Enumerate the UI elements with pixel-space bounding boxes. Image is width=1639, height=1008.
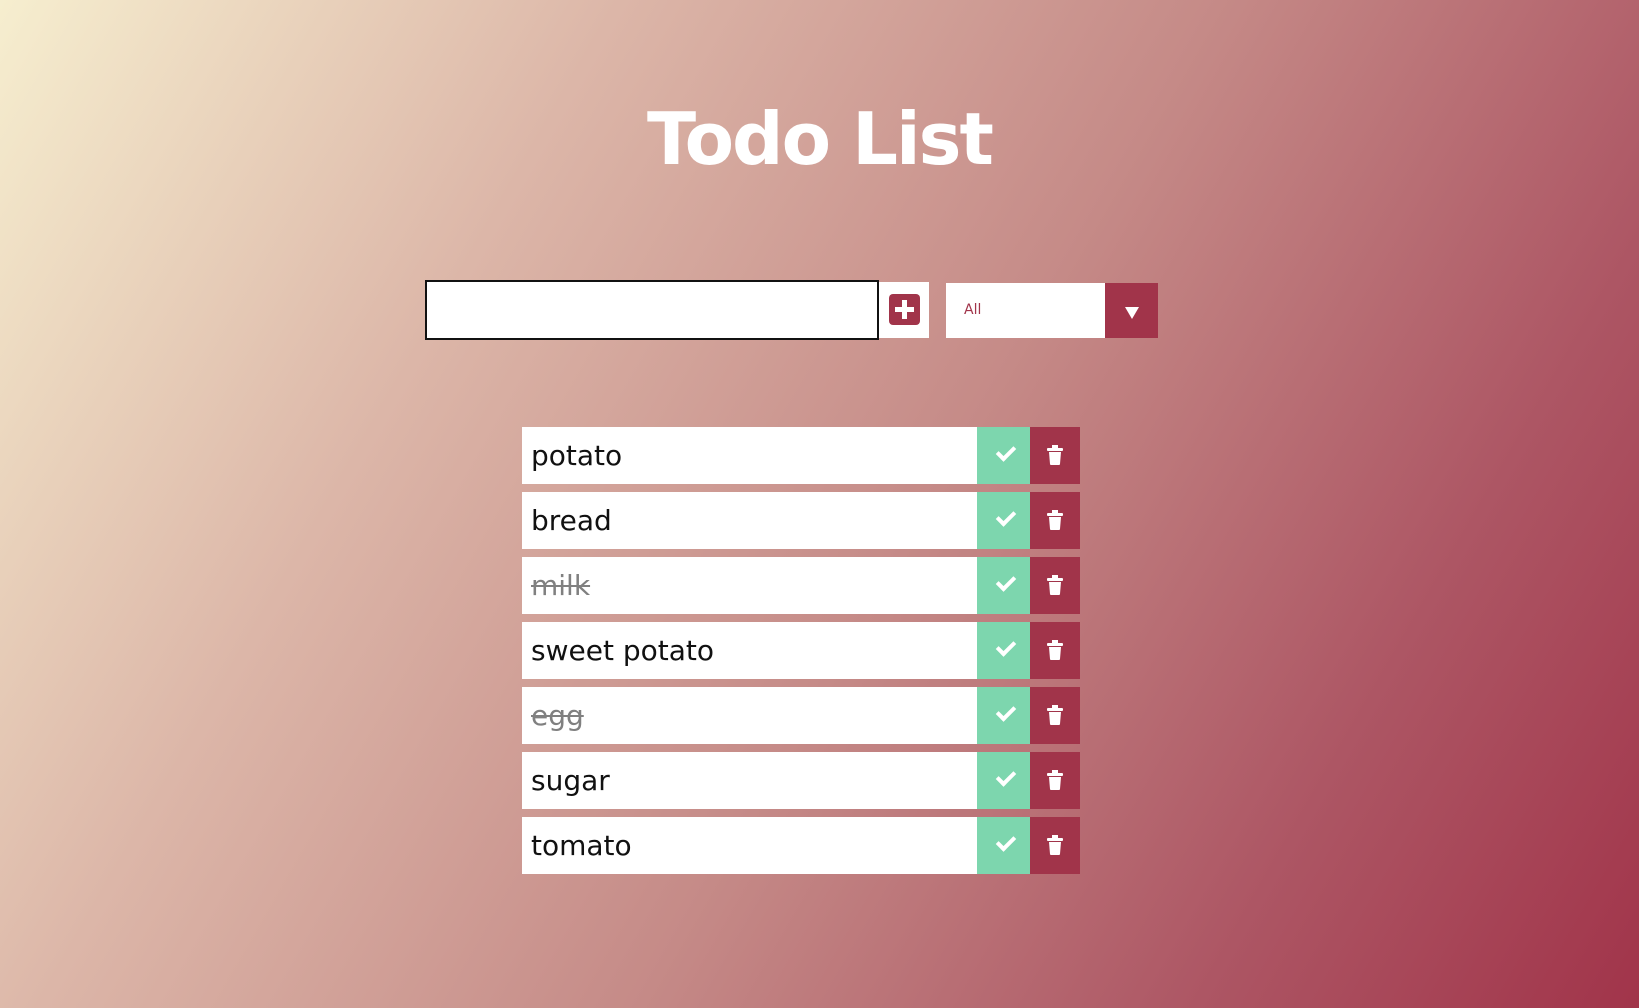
todo-text: sweet potato	[531, 634, 714, 667]
complete-button[interactable]	[977, 427, 1030, 484]
todo-text: bread	[531, 504, 612, 537]
delete-button[interactable]	[1030, 427, 1080, 484]
filter-selected-value: All	[964, 302, 982, 318]
trash-icon	[1047, 640, 1063, 660]
trash-icon	[1047, 705, 1063, 725]
todo-text: egg	[531, 699, 584, 732]
delete-button[interactable]	[1030, 492, 1080, 549]
trash-icon	[1047, 575, 1063, 595]
delete-button[interactable]	[1030, 622, 1080, 679]
todo-text: potato	[531, 439, 623, 472]
check-icon	[995, 831, 1017, 852]
check-icon	[995, 766, 1017, 787]
complete-button[interactable]	[977, 557, 1030, 614]
check-icon	[995, 506, 1017, 527]
todo-text: sugar	[531, 764, 610, 797]
filter-select[interactable]: All	[946, 283, 1158, 338]
page-title: Todo List	[647, 97, 994, 182]
delete-button[interactable]	[1030, 687, 1080, 744]
trash-icon	[1047, 835, 1063, 855]
complete-button[interactable]	[977, 492, 1030, 549]
todo-text: tomato	[531, 829, 632, 862]
todo-item: bread	[522, 492, 1080, 549]
check-icon	[995, 701, 1017, 722]
complete-button[interactable]	[977, 622, 1030, 679]
todo-item: milk	[522, 557, 1080, 614]
check-icon	[995, 571, 1017, 592]
trash-icon	[1047, 445, 1063, 465]
dropdown-arrow-icon	[1105, 283, 1158, 338]
todo-item: sugar	[522, 752, 1080, 809]
delete-button[interactable]	[1030, 557, 1080, 614]
todo-text: milk	[531, 569, 591, 602]
delete-button[interactable]	[1030, 817, 1080, 874]
plus-square-icon	[889, 294, 920, 325]
todo-list: potato bread milk sweet potato egg sugar	[522, 427, 1080, 882]
trash-icon	[1047, 510, 1063, 530]
todo-item: potato	[522, 427, 1080, 484]
complete-button[interactable]	[977, 752, 1030, 809]
delete-button[interactable]	[1030, 752, 1080, 809]
todo-item: tomato	[522, 817, 1080, 874]
todo-item: sweet potato	[522, 622, 1080, 679]
trash-icon	[1047, 770, 1063, 790]
check-icon	[995, 441, 1017, 462]
complete-button[interactable]	[977, 687, 1030, 744]
add-todo-button[interactable]	[879, 282, 929, 338]
complete-button[interactable]	[977, 817, 1030, 874]
todo-input[interactable]	[425, 280, 879, 340]
todo-item: egg	[522, 687, 1080, 744]
check-icon	[995, 636, 1017, 657]
